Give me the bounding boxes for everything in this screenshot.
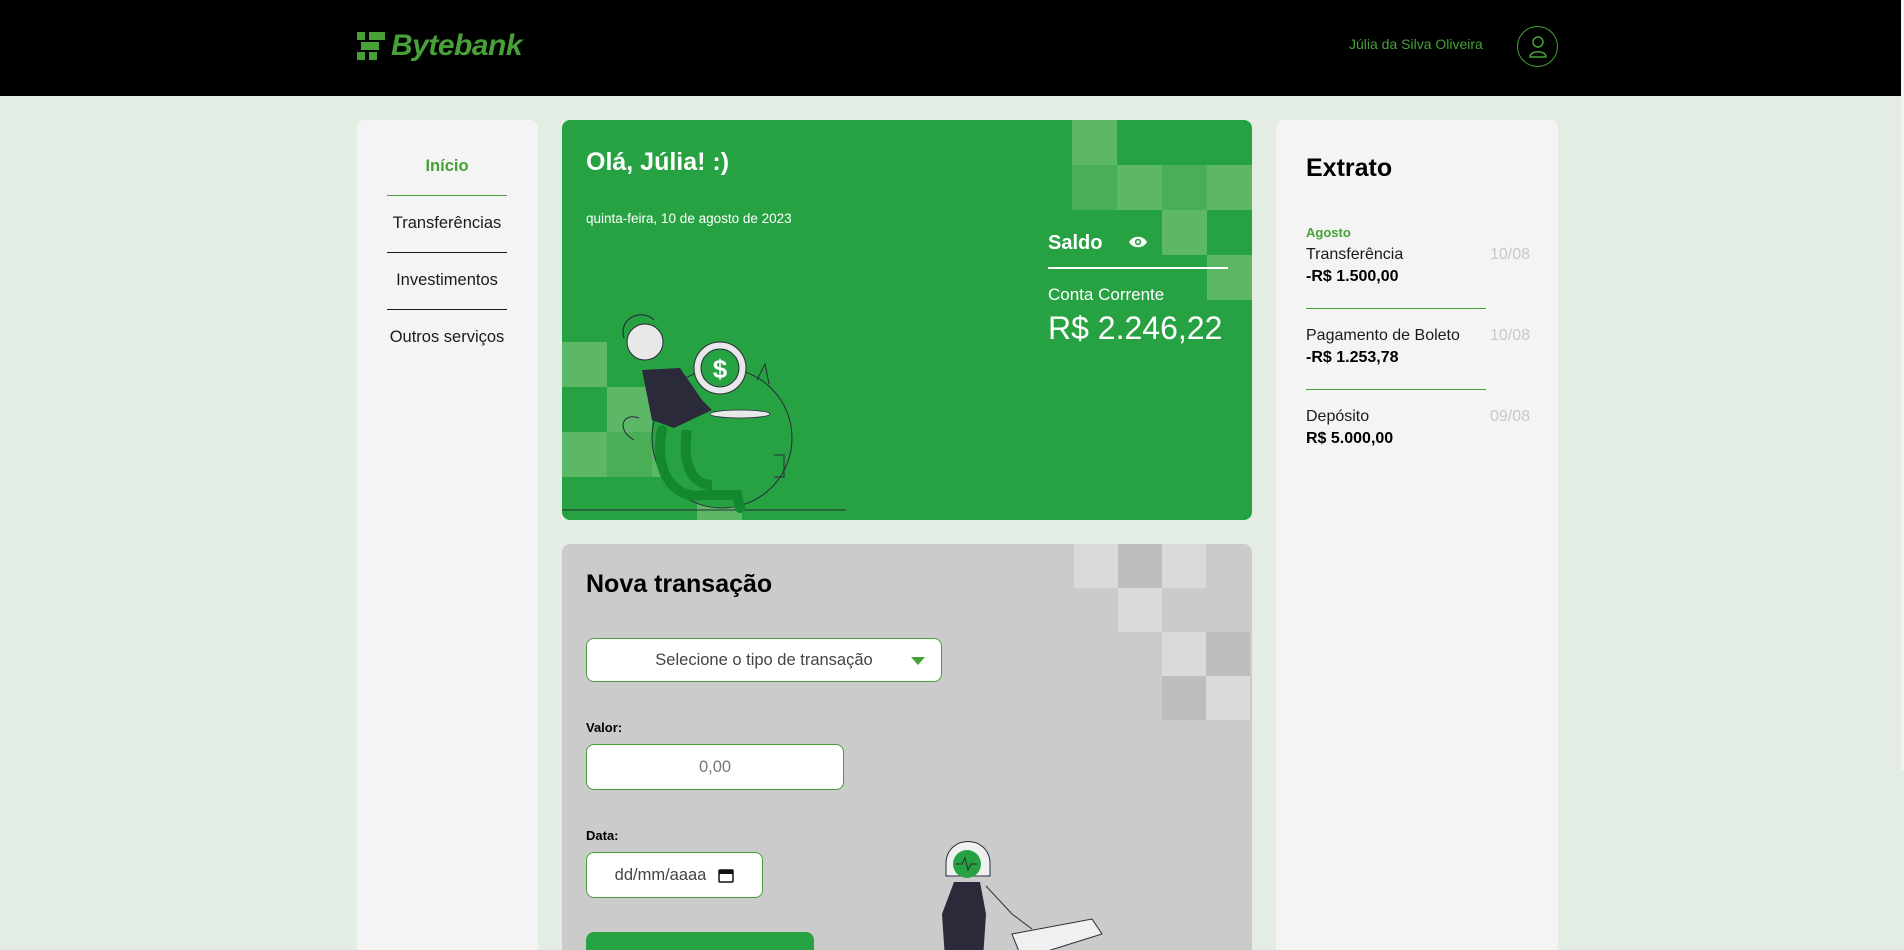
transaction-type-select[interactable]: Selecione o tipo de transação <box>586 638 942 682</box>
statement-panel: Extrato Agosto Transferência 10/08 -R$ 1… <box>1276 120 1558 950</box>
pixel-pattern-decoration <box>1074 544 1250 720</box>
eye-icon[interactable] <box>1128 235 1148 249</box>
statement-entry[interactable]: Depósito 09/08 R$ 5.000,00 <box>1306 408 1530 448</box>
transaction-type-placeholder: Selecione o tipo de transação <box>655 650 873 669</box>
svg-text:$: $ <box>713 354 728 384</box>
current-date: quinta-feira, 10 de agosto de 2023 <box>586 211 792 226</box>
sidebar-item-outros-servicos[interactable]: Outros serviços <box>387 309 507 366</box>
submit-transaction-button[interactable] <box>586 932 814 950</box>
value-input[interactable]: 0,00 <box>586 744 844 790</box>
statement-entry-date: 10/08 <box>1489 327 1530 344</box>
calendar-icon[interactable] <box>718 867 735 883</box>
new-transaction-card: Nova transação Selecione o tipo de trans… <box>562 544 1252 950</box>
date-placeholder: dd/mm/aaaa <box>614 865 707 884</box>
statement-entry[interactable]: Pagamento de Boleto 10/08 -R$ 1.253,78 <box>1306 327 1530 367</box>
value-label: Valor: <box>586 720 623 735</box>
statement-entry-date: 10/08 <box>1489 246 1530 263</box>
welcome-card: Olá, Júlia! :) quinta-feira, 10 de agost… <box>562 120 1252 520</box>
statement-entry-date: 09/08 <box>1489 408 1530 425</box>
bytebank-logo-icon <box>357 32 385 60</box>
user-avatar-button[interactable] <box>1517 26 1558 67</box>
balance-section: Saldo Conta Corrente R$ 2.246,22 <box>1048 232 1228 346</box>
piggy-bank-illustration: $ <box>562 314 846 513</box>
balance-divider <box>1048 267 1228 269</box>
user-avatar-icon <box>1528 35 1547 58</box>
statement-entry-amount: R$ 5.000,00 <box>1306 430 1394 447</box>
top-bar: Bytebank Júlia da Silva Oliveira <box>0 0 1904 96</box>
statement-month: Agosto <box>1306 225 1351 240</box>
balance-value: R$ 2.246,22 <box>1048 310 1223 346</box>
brand-logo[interactable]: Bytebank <box>357 28 523 64</box>
brand-name: Bytebank <box>391 29 523 62</box>
pixel-pattern-decoration <box>1072 120 1252 300</box>
statement-divider <box>1306 389 1486 390</box>
statement-divider <box>1306 308 1486 309</box>
card-person-illustration <box>942 841 1103 950</box>
statement-entry[interactable]: Transferência 10/08 -R$ 1.500,00 <box>1306 246 1530 286</box>
account-type-label: Conta Corrente <box>1048 285 1165 304</box>
statement-heading: Extrato <box>1306 154 1393 182</box>
sidebar-nav: Início Transferências Investimentos Outr… <box>357 120 538 950</box>
user-name: Júlia da Silva Oliveira <box>1349 36 1483 52</box>
sidebar-item-investimentos[interactable]: Investimentos <box>387 252 507 309</box>
new-transaction-heading: Nova transação <box>586 570 773 598</box>
dropdown-caret-icon <box>911 657 925 665</box>
sidebar-item-inicio[interactable]: Início <box>387 138 507 195</box>
date-label: Data: <box>586 828 619 843</box>
greeting-heading: Olá, Júlia! :) <box>586 148 730 176</box>
statement-entry-amount: -R$ 1.500,00 <box>1306 268 1399 285</box>
sidebar-item-transferencias[interactable]: Transferências <box>387 195 507 252</box>
statement-entry-amount: -R$ 1.253,78 <box>1306 349 1399 366</box>
date-input[interactable]: dd/mm/aaaa <box>586 852 763 898</box>
value-placeholder: 0,00 <box>698 757 732 776</box>
